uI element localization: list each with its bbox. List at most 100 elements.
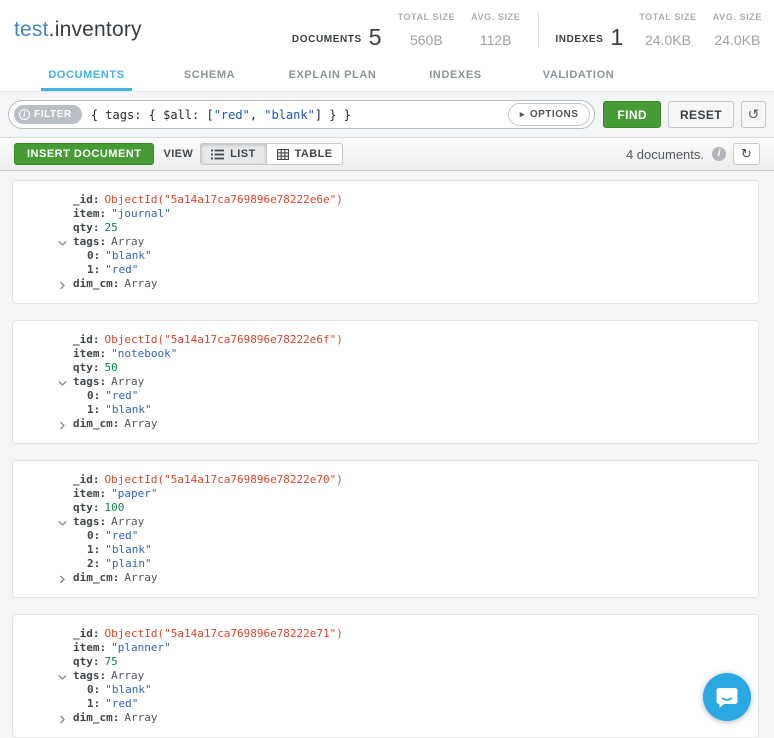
options-button[interactable]: ▸ OPTIONS	[507, 103, 591, 126]
document-field-row: item: "journal"	[13, 207, 758, 221]
field-value[interactable]: 25	[105, 221, 118, 234]
chevron-right-icon[interactable]	[58, 714, 67, 724]
field-value[interactable]: 100	[105, 501, 125, 514]
field-value[interactable]: "red"	[105, 697, 138, 710]
field-value[interactable]: ObjectId("5a14a17ca769896e78222e71")	[105, 627, 343, 640]
document-field-row: qty: 100	[13, 501, 758, 515]
refresh-button[interactable]: ↻	[733, 143, 760, 165]
chevron-down-icon[interactable]	[58, 518, 67, 527]
insert-document-button[interactable]: INSERT DOCUMENT	[14, 143, 155, 165]
document-field-row: tags: Array	[13, 235, 758, 249]
field-value[interactable]: "blank"	[105, 543, 151, 556]
filter-input[interactable]: i FILTER { tags: { $all: ["red", "blank"…	[8, 100, 596, 129]
documents-avg-size: AVG. SIZE 112B	[471, 12, 521, 48]
tab-explain-plan[interactable]: EXPLAIN PLAN	[271, 60, 394, 91]
info-icon[interactable]: i	[712, 147, 726, 161]
field-value[interactable]: Array	[124, 277, 157, 290]
field-value[interactable]: "red"	[105, 529, 138, 542]
field-value[interactable]: "journal"	[111, 207, 171, 220]
field-key: tags:	[73, 515, 107, 528]
field-key: tags:	[73, 669, 107, 682]
reset-button[interactable]: RESET	[667, 101, 734, 128]
field-value[interactable]: 50	[105, 361, 118, 374]
document-field-row: 2: "plain"	[13, 557, 758, 571]
document-field-row: dim_cm: Array	[13, 571, 758, 585]
chevron-down-icon[interactable]	[58, 672, 67, 681]
document-field-row: 0: "red"	[13, 389, 758, 403]
document-list: _id: ObjectId("5a14a17ca769896e78222e6e")…	[0, 171, 774, 738]
chat-button[interactable]	[703, 673, 751, 721]
chevron-right-icon[interactable]	[58, 280, 67, 290]
documents-stat-label: DOCUMENTS	[291, 34, 362, 45]
field-value[interactable]: Array	[111, 375, 144, 388]
table-view-button[interactable]: TABLE	[265, 144, 343, 164]
field-key: 0:	[87, 529, 101, 542]
field-value[interactable]: "red"	[105, 389, 138, 402]
field-key: qty:	[73, 655, 100, 668]
document-field-row: 0: "blank"	[13, 249, 758, 263]
tab-bar: DOCUMENTS SCHEMA EXPLAIN PLAN INDEXES VA…	[0, 60, 774, 92]
tab-schema[interactable]: SCHEMA	[148, 60, 271, 91]
chevron-down-icon[interactable]	[58, 238, 67, 247]
chevron-right-icon[interactable]	[58, 420, 67, 430]
query-bar: i FILTER { tags: { $all: ["red", "blank"…	[0, 92, 774, 138]
document-field-row: _id: ObjectId("5a14a17ca769896e78222e70")	[13, 473, 758, 487]
field-key: dim_cm:	[73, 711, 120, 724]
documents-count: 5	[368, 24, 382, 50]
collection-header: test.inventory DOCUMENTS 5 TOTAL SIZE 56…	[0, 0, 774, 60]
collection-stats: DOCUMENTS 5 TOTAL SIZE 560B AVG. SIZE 11…	[291, 12, 762, 50]
field-key: 0:	[87, 389, 101, 402]
field-value[interactable]: "paper"	[111, 487, 157, 500]
field-value[interactable]: "plain"	[105, 557, 151, 570]
field-key: _id:	[73, 627, 100, 640]
field-key: 0:	[87, 249, 101, 262]
refresh-icon: ↻	[741, 146, 752, 162]
caret-right-icon: ▸	[519, 109, 525, 119]
tab-documents[interactable]: DOCUMENTS	[25, 60, 148, 91]
field-value[interactable]: Array	[124, 711, 157, 724]
field-value[interactable]: "blank"	[105, 683, 151, 696]
document-field-row: tags: Array	[13, 669, 758, 683]
document-card[interactable]: _id: ObjectId("5a14a17ca769896e78222e6e")…	[12, 180, 759, 304]
field-value[interactable]: Array	[111, 515, 144, 528]
tab-indexes[interactable]: INDEXES	[394, 60, 517, 91]
indexes-total-size: TOTAL SIZE 24.0KB	[639, 12, 697, 48]
indexes-stat: INDEXES 1	[555, 26, 623, 49]
find-button[interactable]: FIND	[603, 101, 661, 128]
field-key: qty:	[73, 501, 100, 514]
document-field-row: tags: Array	[13, 375, 758, 389]
field-key: _id:	[73, 333, 100, 346]
field-value[interactable]: "blank"	[105, 249, 151, 262]
field-value[interactable]: 75	[105, 655, 118, 668]
field-value[interactable]: ObjectId("5a14a17ca769896e78222e6e")	[105, 193, 343, 206]
field-key: 1:	[87, 403, 101, 416]
document-field-row: tags: Array	[13, 515, 758, 529]
field-value[interactable]: ObjectId("5a14a17ca769896e78222e70")	[105, 473, 343, 486]
document-field-row: item: "paper"	[13, 487, 758, 501]
field-value[interactable]: "planner"	[111, 641, 171, 654]
list-icon	[211, 149, 225, 159]
filter-badge: i FILTER	[14, 105, 82, 124]
document-card[interactable]: _id: ObjectId("5a14a17ca769896e78222e71")…	[12, 614, 759, 738]
list-view-button[interactable]: LIST	[201, 144, 266, 164]
field-value[interactable]: Array	[111, 669, 144, 682]
field-value[interactable]: "blank"	[105, 403, 151, 416]
query-history-button[interactable]: ↺	[741, 101, 766, 128]
document-card[interactable]: _id: ObjectId("5a14a17ca769896e78222e70")…	[12, 460, 759, 598]
chevron-right-icon[interactable]	[58, 574, 67, 584]
tab-validation[interactable]: VALIDATION	[517, 60, 640, 91]
field-value[interactable]: "notebook"	[111, 347, 177, 360]
field-key: qty:	[73, 361, 100, 374]
field-value[interactable]: "red"	[105, 263, 138, 276]
document-field-row: 1: "blank"	[13, 543, 758, 557]
field-value[interactable]: Array	[111, 235, 144, 248]
filter-query-text[interactable]: { tags: { $all: ["red", "blank"] } }	[91, 108, 500, 122]
document-card[interactable]: _id: ObjectId("5a14a17ca769896e78222e6f")…	[12, 320, 759, 444]
chevron-down-icon[interactable]	[58, 378, 67, 387]
field-key: item:	[73, 641, 107, 654]
document-field-row: qty: 25	[13, 221, 758, 235]
info-icon: i	[19, 109, 30, 120]
field-value[interactable]: Array	[124, 571, 157, 584]
field-value[interactable]: ObjectId("5a14a17ca769896e78222e6f")	[105, 333, 343, 346]
field-value[interactable]: Array	[124, 417, 157, 430]
